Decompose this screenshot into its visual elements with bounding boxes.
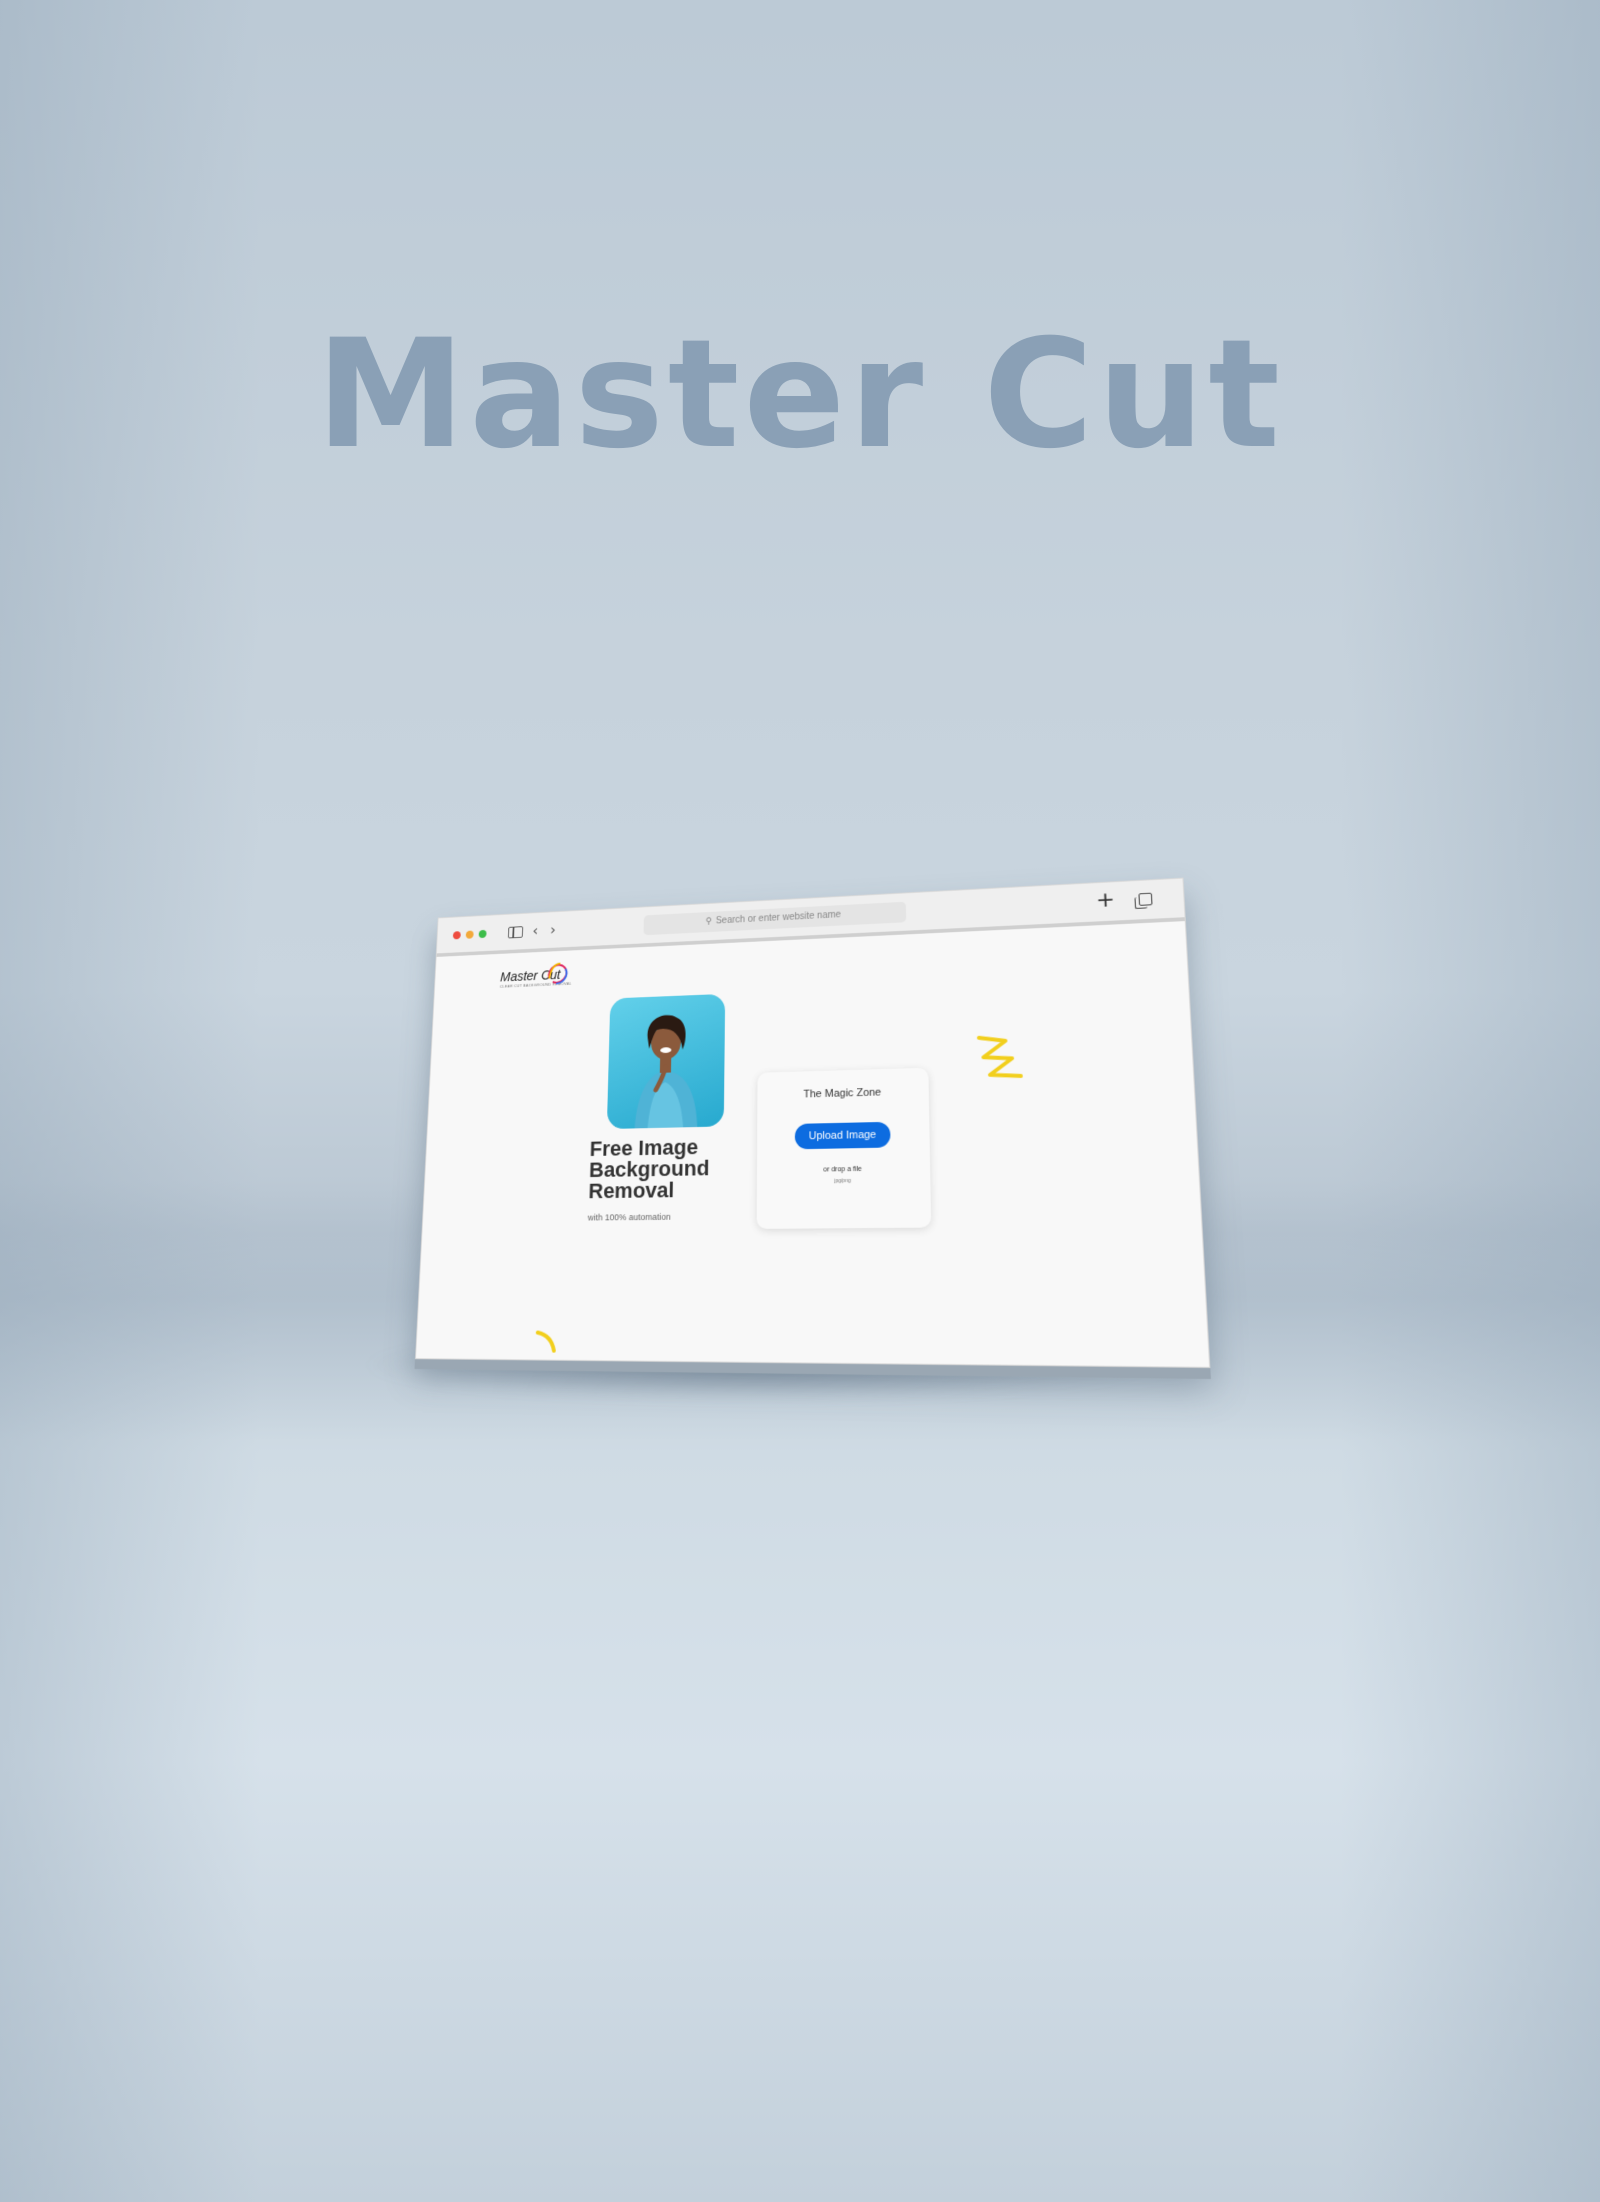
- minimize-window-button[interactable]: [465, 930, 474, 939]
- hero-heading-line-3: Removal: [588, 1177, 675, 1204]
- decorative-squiggle-small: [535, 1329, 558, 1353]
- new-tab-icon[interactable]: +: [1096, 888, 1116, 913]
- upload-card[interactable]: The Magic Zone Upload Image or drop a fi…: [756, 1067, 932, 1229]
- accepted-formats: jpg/png: [834, 1178, 851, 1185]
- maximize-window-button[interactable]: [478, 929, 487, 939]
- search-icon: ⚲: [705, 916, 713, 927]
- close-window-button[interactable]: [452, 931, 461, 940]
- web-page: Master Cut CLEAR CUT BACKGROUND REMOVAL: [415, 921, 1210, 1367]
- window-controls: [452, 929, 487, 940]
- sidebar-toggle-icon[interactable]: [507, 926, 524, 939]
- address-placeholder: Search or enter website name: [715, 909, 841, 927]
- upload-card-title: The Magic Zone: [803, 1086, 882, 1101]
- upload-image-button[interactable]: Upload Image: [795, 1121, 891, 1150]
- address-bar[interactable]: ⚲ Search or enter website name: [643, 901, 907, 936]
- mockup-stage: ‹ › ⚲ Search or enter website name + Mast…: [0, 0, 1600, 2202]
- drop-file-hint: or drop a file: [823, 1165, 862, 1174]
- tab-overview-icon[interactable]: [1138, 892, 1153, 906]
- forward-icon[interactable]: ›: [550, 921, 556, 939]
- back-icon[interactable]: ‹: [532, 922, 538, 940]
- browser-window: ‹ › ⚲ Search or enter website name + Mast…: [415, 877, 1211, 1369]
- decorative-squiggle: [975, 1030, 1025, 1081]
- hero-portrait-image: [606, 993, 726, 1130]
- person-illustration: [634, 1014, 699, 1129]
- site-logo[interactable]: Master Cut CLEAR CUT BACKGROUND REMOVAL: [500, 967, 572, 989]
- hero-subtitle: with 100% automation: [587, 1211, 671, 1223]
- hero-heading: Free Image Background Removal: [588, 1135, 740, 1204]
- logo-swirl-icon: [544, 959, 572, 987]
